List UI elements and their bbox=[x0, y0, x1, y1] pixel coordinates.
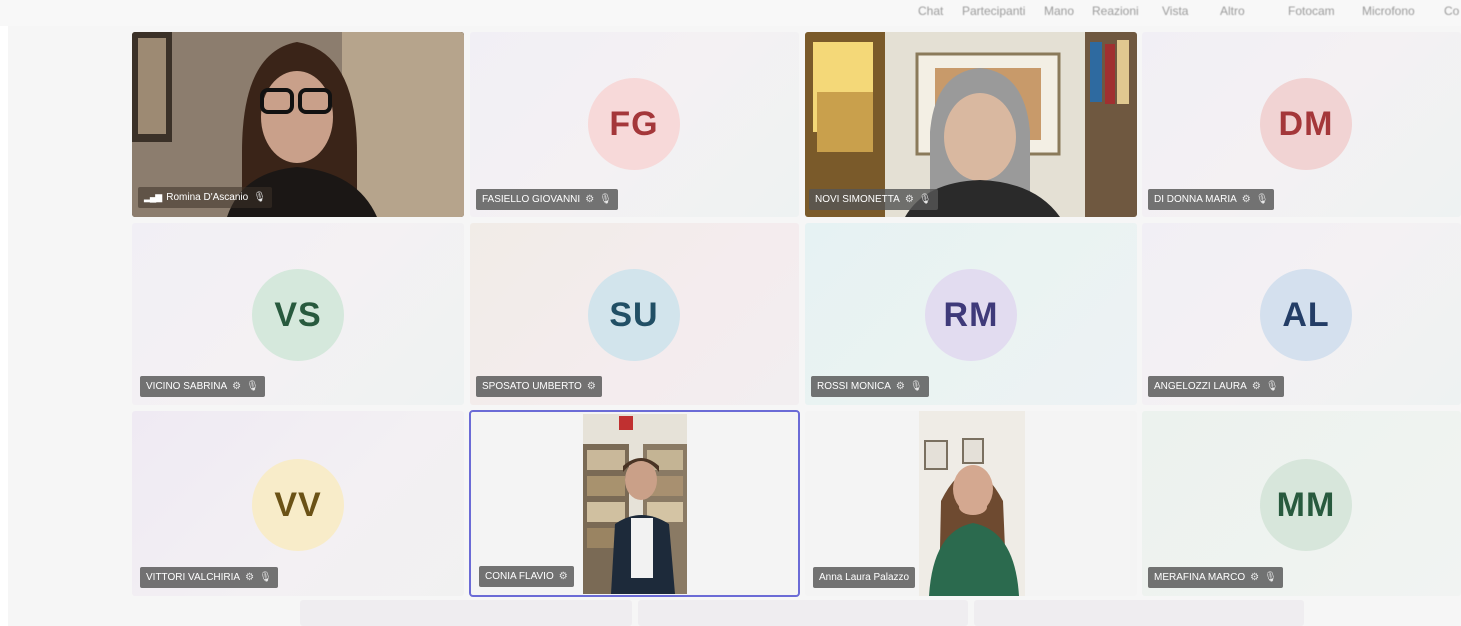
toolbar-view-button[interactable]: Vista bbox=[1162, 4, 1188, 18]
signal-bars-icon: ▂▄▆ bbox=[144, 192, 162, 202]
participant-tile-angelozzi[interactable]: AL ANGELOZZI LAURA ⚙ 🎙 bbox=[1142, 223, 1461, 405]
participant-tile-palazzo[interactable]: Anna Laura Palazzo bbox=[805, 411, 1137, 596]
toolbar-reactions-button[interactable]: Reazioni bbox=[1092, 4, 1139, 18]
mic-off-icon: 🎙 bbox=[599, 194, 612, 205]
participant-avatar: VV bbox=[252, 459, 344, 551]
participant-tile-vicino[interactable]: VS VICINO SABRINA ⚙ 🎙 bbox=[132, 223, 464, 405]
participant-avatar: DM bbox=[1260, 78, 1352, 170]
participant-video bbox=[583, 414, 687, 594]
organizer-icon: ⚙ bbox=[1250, 572, 1260, 583]
participant-name: Romina D'Ascanio bbox=[166, 192, 249, 203]
organizer-icon: ⚙ bbox=[1251, 381, 1261, 392]
participant-name-tag: MERAFINA MARCO ⚙ 🎙 bbox=[1148, 567, 1283, 588]
participant-name: VITTORI VALCHIRIA bbox=[146, 572, 241, 583]
participant-tile-partial[interactable] bbox=[300, 600, 632, 626]
participant-name-tag: ▂▄▆ Romina D'Ascanio 🎙 bbox=[138, 187, 272, 208]
participant-avatar: MM bbox=[1260, 459, 1352, 551]
participant-name-tag: VICINO SABRINA ⚙ 🎙 bbox=[140, 376, 265, 397]
mic-off-icon: 🎙 bbox=[259, 572, 272, 583]
participant-name-tag: FASIELLO GIOVANNI ⚙ 🎙 bbox=[476, 189, 618, 210]
participant-name: NOVI SIMONETTA bbox=[815, 194, 900, 205]
organizer-icon: ⚙ bbox=[585, 194, 595, 205]
participant-name: SPOSATO UMBERTO bbox=[482, 381, 582, 392]
participant-video bbox=[919, 411, 1025, 596]
participant-name-tag: ANGELOZZI LAURA ⚙ 🎙 bbox=[1148, 376, 1285, 397]
participant-name-tag: ROSSI MONICA ⚙ 🎙 bbox=[811, 376, 929, 397]
mic-off-icon: 🎙 bbox=[1264, 572, 1277, 583]
participant-name: MERAFINA MARCO bbox=[1154, 572, 1246, 583]
participant-tile-romina[interactable]: ▂▄▆ Romina D'Ascanio 🎙 bbox=[132, 32, 464, 217]
participant-tile-rossi[interactable]: RM ROSSI MONICA ⚙ 🎙 bbox=[805, 223, 1137, 405]
participant-name: CONIA FLAVIO bbox=[485, 571, 554, 582]
participant-name: FASIELLO GIOVANNI bbox=[482, 194, 581, 205]
participant-name: DI DONNA MARIA bbox=[1154, 194, 1237, 205]
participant-name: VICINO SABRINA bbox=[146, 381, 228, 392]
participant-name: ANGELOZZI LAURA bbox=[1154, 381, 1247, 392]
participant-tile-didonna[interactable]: DM DI DONNA MARIA ⚙ 🎙 bbox=[1142, 32, 1461, 217]
participant-name: Anna Laura Palazzo bbox=[819, 572, 910, 583]
participant-avatar: FG bbox=[588, 78, 680, 170]
mic-off-icon: 🎙 bbox=[1255, 194, 1269, 205]
participant-name: ROSSI MONICA bbox=[817, 381, 891, 392]
participant-avatar: SU bbox=[588, 269, 680, 361]
toolbar-chat-button[interactable]: Chat bbox=[918, 4, 943, 18]
participant-tile-novi[interactable]: NOVI SIMONETTA ⚙ 🎙 bbox=[805, 32, 1137, 217]
mic-off-icon: 🎙 bbox=[918, 194, 932, 205]
meeting-toolbar: Chat Partecipanti Mano Reazioni Vista Al… bbox=[0, 0, 1461, 26]
organizer-icon: ⚙ bbox=[1241, 194, 1251, 205]
participant-name-tag: CONIA FLAVIO ⚙ bbox=[479, 566, 574, 587]
participant-tile-merafina[interactable]: MM MERAFINA MARCO ⚙ 🎙 bbox=[1142, 411, 1461, 596]
organizer-icon: ⚙ bbox=[895, 381, 905, 392]
participant-name-tag: SPOSATO UMBERTO ⚙ bbox=[476, 376, 602, 397]
participant-name-tag: DI DONNA MARIA ⚙ 🎙 bbox=[1148, 189, 1275, 210]
participant-tile-sposato[interactable]: SU SPOSATO UMBERTO ⚙ bbox=[470, 223, 799, 405]
mic-off-icon: 🎙 bbox=[246, 381, 259, 392]
mic-off-icon: 🎙 bbox=[1265, 381, 1279, 392]
participant-avatar: RM bbox=[925, 269, 1017, 361]
participant-name-tag: Anna Laura Palazzo bbox=[813, 567, 916, 588]
participant-name-tag: NOVI SIMONETTA ⚙ 🎙 bbox=[809, 189, 938, 210]
toolbar-participants-button[interactable]: Partecipanti bbox=[962, 4, 1025, 18]
organizer-icon: ⚙ bbox=[586, 381, 596, 392]
organizer-icon: ⚙ bbox=[232, 381, 242, 392]
participant-avatar: VS bbox=[252, 269, 344, 361]
toolbar-camera-button[interactable]: Fotocam bbox=[1288, 4, 1335, 18]
toolbar-raise-hand-button[interactable]: Mano bbox=[1044, 4, 1074, 18]
left-gutter bbox=[0, 26, 8, 626]
participant-name-tag: VITTORI VALCHIRIA ⚙ 🎙 bbox=[140, 567, 278, 588]
participant-tile-partial[interactable] bbox=[638, 600, 968, 626]
participant-tile-fasiello[interactable]: FG FASIELLO GIOVANNI ⚙ 🎙 bbox=[470, 32, 799, 217]
participant-avatar: AL bbox=[1260, 269, 1352, 361]
toolbar-share-button[interactable]: Co bbox=[1444, 4, 1459, 18]
mic-off-icon: 🎙 bbox=[909, 381, 923, 392]
mic-off-icon: 🎙 bbox=[253, 192, 266, 203]
participant-tile-vittori[interactable]: VV VITTORI VALCHIRIA ⚙ 🎙 bbox=[132, 411, 464, 596]
participant-tile-partial[interactable] bbox=[974, 600, 1304, 626]
toolbar-microphone-button[interactable]: Microfono bbox=[1362, 4, 1415, 18]
organizer-icon: ⚙ bbox=[245, 572, 255, 583]
organizer-icon: ⚙ bbox=[558, 571, 568, 582]
toolbar-more-button[interactable]: Altro bbox=[1220, 4, 1245, 18]
organizer-icon: ⚙ bbox=[904, 194, 914, 205]
participant-tile-conia[interactable]: CONIA FLAVIO ⚙ bbox=[469, 410, 800, 597]
